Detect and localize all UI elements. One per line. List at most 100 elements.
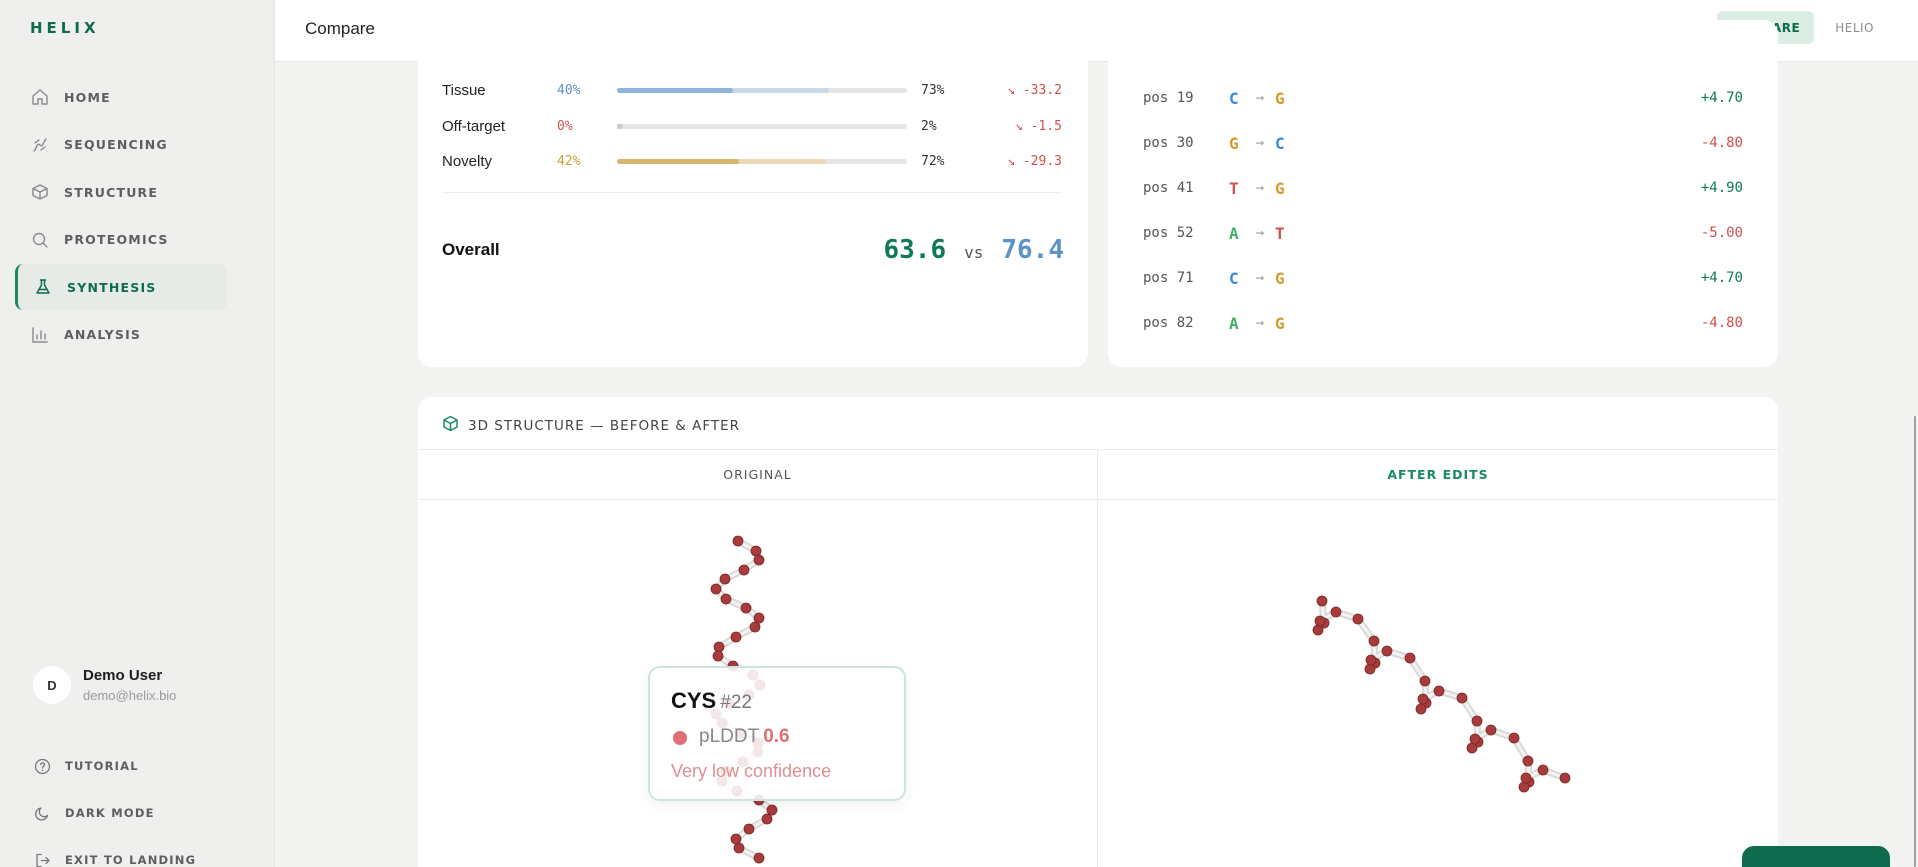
sidebar: HELIX HOME SEQUENCING STRUCTURE PROTEOMI… <box>0 0 275 867</box>
mutation-delta: +4.70 <box>1700 90 1743 106</box>
residue-atom[interactable] <box>732 535 744 547</box>
residue-atom[interactable] <box>1518 781 1530 793</box>
sidebar-item-proteomics[interactable]: PROTEOMICS <box>15 217 227 263</box>
residue-atom[interactable] <box>1522 755 1534 767</box>
mutation-row[interactable]: pos 41 T → G +4.90 <box>1143 178 1743 198</box>
residue-atom[interactable] <box>1312 624 1324 636</box>
overall-score-original: 63.6 <box>883 235 947 265</box>
residue-atom[interactable] <box>1485 724 1497 736</box>
residue-atom[interactable] <box>712 650 724 662</box>
residue-atom[interactable] <box>730 833 742 845</box>
sidebar-item-label: HOME <box>64 89 111 105</box>
mutation-delta: +4.70 <box>1700 270 1743 286</box>
residue-atom[interactable] <box>1404 652 1416 664</box>
residue-atom[interactable] <box>761 813 773 825</box>
residue-atom[interactable] <box>1469 733 1481 745</box>
tooltip-plddt: pLDDT 0.6 <box>699 726 790 748</box>
residue-atom[interactable] <box>766 804 778 816</box>
residue-atom[interactable] <box>740 602 752 614</box>
sidebar-item-label: STRUCTURE <box>64 184 159 200</box>
mutation-delta: +4.90 <box>1700 180 1743 196</box>
residue-atom[interactable] <box>753 612 765 624</box>
score-row: Novelty 42% 72% ↘ -29.3 <box>442 151 1062 171</box>
floating-action-button[interactable] <box>1742 846 1890 867</box>
residue-atom[interactable] <box>1419 675 1431 687</box>
mutation-row[interactable]: pos 52 A → T -5.00 <box>1143 223 1743 243</box>
mutation-to-base: G <box>1275 313 1285 333</box>
residue-atom[interactable] <box>1365 654 1377 666</box>
sidebar-item-synthesis[interactable]: SYNTHESIS <box>15 264 227 310</box>
residue-atom[interactable] <box>733 842 745 854</box>
residue-atom[interactable] <box>1330 606 1342 618</box>
score-bar-track <box>617 158 907 164</box>
cube-icon <box>442 415 459 437</box>
residue-atom[interactable] <box>719 573 731 585</box>
score-delta: ↘ -1.5 <box>1015 118 1062 134</box>
mutation-to-base: G <box>1275 268 1285 288</box>
mutation-from-base: C <box>1229 88 1239 108</box>
mutation-arrow: → <box>1255 180 1265 196</box>
residue-atom[interactable] <box>710 583 722 595</box>
mutation-row[interactable]: pos 30 G → C -4.80 <box>1143 133 1743 153</box>
mutation-arrow: → <box>1255 90 1265 106</box>
score-name: Novelty <box>442 152 493 170</box>
sidebar-item-analysis[interactable]: ANALYSIS <box>15 312 227 358</box>
user-profile[interactable]: D Demo User demo@helix.bio <box>33 666 176 704</box>
avatar: D <box>33 666 71 704</box>
sidebar-item-home[interactable]: HOME <box>15 74 227 120</box>
tutorial-button[interactable]: TUTORIAL <box>33 757 139 775</box>
residue-atom[interactable] <box>1433 685 1445 697</box>
after-edits-column-header: AFTER EDITS <box>1098 449 1778 500</box>
scrollbar[interactable] <box>1914 416 1916 867</box>
user-name: Demo User <box>83 667 163 684</box>
exit-to-landing-button[interactable]: EXIT TO LANDING <box>33 851 196 867</box>
score-edited: 72% <box>921 153 945 169</box>
residue-atom[interactable] <box>1352 613 1364 625</box>
dark-mode-toggle[interactable]: DARK MODE <box>33 804 155 822</box>
residue-atom[interactable] <box>1368 635 1380 647</box>
residue-atom[interactable] <box>713 641 725 653</box>
score-name: Tissue <box>442 81 486 99</box>
mutation-arrow: → <box>1255 135 1265 151</box>
brand-logo[interactable]: HELIX <box>30 19 100 37</box>
tab-helio[interactable]: HELIO <box>1821 11 1888 44</box>
mutation-row[interactable]: pos 82 A → G -4.80 <box>1143 313 1743 333</box>
residue-atom[interactable] <box>1508 732 1520 744</box>
residue-atom[interactable] <box>1314 615 1326 627</box>
sidebar-item-structure[interactable]: STRUCTURE <box>15 169 227 215</box>
after-edits-structure-viewer[interactable] <box>1098 501 1778 867</box>
score-bar-original <box>617 87 733 93</box>
residue-atom[interactable] <box>730 631 742 643</box>
sidebar-item-sequencing[interactable]: SEQUENCING <box>15 122 227 168</box>
residue-atom[interactable] <box>1537 764 1549 776</box>
residue-atom[interactable] <box>753 852 765 864</box>
residue-atom[interactable] <box>1364 663 1376 675</box>
mutation-position: pos 82 <box>1143 315 1194 331</box>
residue-atom[interactable] <box>1456 692 1468 704</box>
exit-icon <box>33 851 51 867</box>
residue-atom[interactable] <box>720 593 732 605</box>
residue-atom[interactable] <box>1471 715 1483 727</box>
score-row: Tissue 40% 73% ↘ -33.2 <box>442 80 1062 100</box>
mutation-row[interactable]: pos 71 C → G +4.70 <box>1143 268 1743 288</box>
residue-atom[interactable] <box>738 564 750 576</box>
residue-atom[interactable] <box>753 554 765 566</box>
overall-scores: 63.6 vs 76.4 <box>883 235 1064 265</box>
residue-atom[interactable] <box>743 823 755 835</box>
residue-atom[interactable] <box>1466 742 1478 754</box>
residue-atom[interactable] <box>1417 693 1429 705</box>
tooltip-residue: CYS #22 <box>671 688 752 714</box>
residue-atom[interactable] <box>1520 772 1532 784</box>
residue-atom[interactable] <box>1559 772 1571 784</box>
residue-atom[interactable] <box>1381 645 1393 657</box>
residue-atom[interactable] <box>749 621 761 633</box>
residue-atom[interactable] <box>750 545 762 557</box>
sidebar-item-label: SYNTHESIS <box>67 279 157 295</box>
residue-atom[interactable] <box>1316 595 1328 607</box>
mutation-from-base: C <box>1229 268 1239 288</box>
mutation-row[interactable]: pos 19 C → G +4.70 <box>1143 88 1743 108</box>
tooltip-residue-name: CYS <box>671 688 717 713</box>
mutation-to-base: G <box>1275 88 1285 108</box>
residue-atom[interactable] <box>1415 703 1427 715</box>
score-bar-original <box>617 123 620 129</box>
